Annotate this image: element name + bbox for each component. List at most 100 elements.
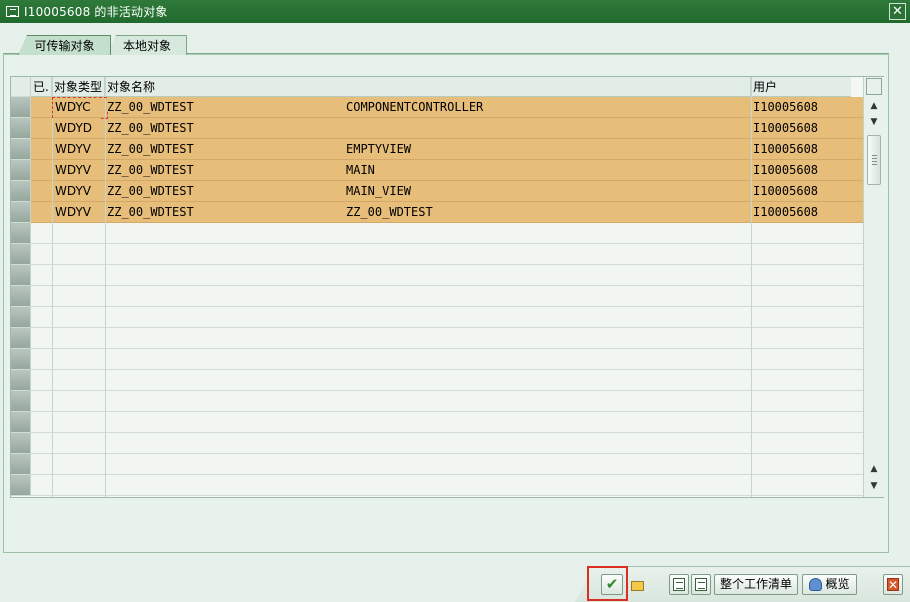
whole-worklist-label: 整个工作清单 — [719, 577, 792, 591]
row-selector[interactable] — [11, 433, 31, 454]
cell-object-type: WDYV — [55, 163, 91, 177]
cell-object-name: ZZ_00_WDTEST — [107, 121, 194, 135]
scroll-thumb[interactable] — [867, 135, 881, 185]
tab-label: 本地对象 — [122, 39, 171, 53]
checkmark-icon: ✔ — [605, 575, 619, 593]
scroll-page-up-icon[interactable]: ▲ — [866, 462, 882, 476]
scroll-down-icon[interactable]: ▼ — [866, 115, 882, 129]
overview-button[interactable]: 概览 — [802, 574, 857, 595]
row-selector[interactable] — [11, 349, 31, 370]
cell-object-type: WDYV — [55, 184, 91, 198]
cell-user: I10005608 — [753, 100, 819, 114]
scroll-page-down-icon[interactable]: ▼ — [866, 479, 882, 493]
row-selector[interactable] — [11, 265, 31, 286]
row-selector[interactable] — [11, 244, 31, 265]
overview-icon — [809, 578, 823, 591]
column-separator — [52, 77, 53, 497]
column-separator — [751, 77, 752, 497]
cancel-button[interactable]: ✕ — [883, 574, 903, 595]
column-header-user[interactable]: 用户 — [751, 77, 851, 97]
row-selector[interactable] — [11, 286, 31, 307]
row-selector[interactable] — [11, 475, 31, 496]
row-selector[interactable] — [11, 139, 31, 160]
cell-user: I10005608 — [753, 163, 819, 177]
cell-sub-object: ZZ_00_WDTEST — [346, 205, 433, 219]
row-selector[interactable] — [11, 118, 31, 139]
cell-object-name: ZZ_00_WDTEST — [107, 205, 194, 219]
column-settings-button[interactable] — [866, 78, 882, 95]
row-selector[interactable] — [11, 412, 31, 433]
row-selector[interactable] — [11, 181, 31, 202]
table-row[interactable]: WDYD ZZ_00_WDTEST I10005608 — [31, 118, 863, 139]
row-selector[interactable] — [11, 223, 31, 244]
table-row[interactable] — [31, 349, 863, 370]
window-title: I10005608 的非活动对象 — [24, 5, 168, 19]
table-row[interactable]: WDYV ZZ_00_WDTEST ZZ_00_WDTEST I10005608 — [31, 202, 863, 223]
cell-object-type: WDYV — [55, 205, 91, 219]
whole-worklist-button[interactable]: 整个工作清单 — [714, 574, 798, 595]
row-selector[interactable] — [11, 97, 31, 118]
row-selector[interactable] — [11, 328, 31, 349]
table-row[interactable] — [31, 412, 863, 433]
ok-button[interactable]: ✔ — [601, 574, 623, 595]
table-row[interactable] — [31, 307, 863, 328]
select-all-icon — [673, 578, 685, 591]
table-row[interactable] — [31, 370, 863, 391]
select-all-button[interactable] — [669, 574, 689, 595]
close-window-button[interactable]: ✕ — [889, 3, 906, 20]
row-selector[interactable] — [11, 370, 31, 391]
cell-sub-object — [346, 118, 746, 139]
row-selector[interactable] — [11, 454, 31, 475]
table-row[interactable] — [31, 454, 863, 475]
cell-sub-object: MAIN_VIEW — [346, 184, 412, 198]
table-row[interactable]: WDYV ZZ_00_WDTEST EMPTYVIEW I10005608 — [31, 139, 863, 160]
select-all-cell[interactable] — [11, 77, 31, 97]
overview-label: 概览 — [825, 577, 850, 591]
table-row[interactable]: WDYV ZZ_00_WDTEST MAIN_VIEW I10005608 — [31, 181, 863, 202]
cell-user: I10005608 — [753, 121, 819, 135]
column-header-done[interactable]: 已. — [31, 77, 52, 97]
deselect-all-button[interactable] — [691, 574, 711, 595]
objects-table: 已. 对象类型 对象名称 用户 WDYC ZZ_00_WDTEST COMPONEN… — [10, 76, 884, 498]
lock-button[interactable] — [626, 574, 648, 595]
table-row[interactable] — [31, 223, 863, 244]
deselect-all-icon — [695, 578, 707, 591]
cancel-icon: ✕ — [886, 578, 900, 592]
table-row[interactable] — [31, 286, 863, 307]
table-row[interactable] — [31, 328, 863, 349]
scroll-up-icon[interactable]: ▲ — [866, 99, 882, 113]
cell-object-name: ZZ_00_WDTEST — [107, 163, 194, 177]
cell-object-name: ZZ_00_WDTEST — [107, 100, 194, 114]
cell-object-name: ZZ_00_WDTEST — [107, 184, 194, 198]
table-row[interactable] — [31, 391, 863, 412]
cell-user: I10005608 — [753, 142, 819, 156]
table-row[interactable] — [31, 475, 863, 496]
column-header-object-name[interactable]: 对象名称 — [105, 77, 751, 97]
table-row[interactable]: WDYC ZZ_00_WDTEST COMPONENTCONTROLLER I1000… — [31, 97, 863, 118]
cell-object-name: ZZ_00_WDTEST — [107, 142, 194, 156]
cell-user: I10005608 — [753, 205, 819, 219]
cell-object-type: WDYC — [55, 100, 91, 114]
cell-sub-object: MAIN — [346, 163, 375, 177]
table-row[interactable] — [31, 244, 863, 265]
cell-sub-object: COMPONENTCONTROLLER — [346, 100, 484, 114]
cell-object-type: WDYD — [55, 121, 93, 135]
title-bar: I10005608 的非活动对象 ✕ — [0, 0, 910, 23]
tab-label: 可传输对象 — [34, 39, 95, 53]
cell-sub-object: EMPTYVIEW — [346, 142, 412, 156]
tab-local-objects[interactable]: 本地对象 — [107, 35, 187, 55]
row-selector[interactable] — [11, 160, 31, 181]
table-row[interactable]: WDYV ZZ_00_WDTEST MAIN I10005608 — [31, 160, 863, 181]
table-row[interactable] — [31, 433, 863, 454]
window-menu-icon[interactable] — [6, 6, 19, 17]
row-selector[interactable] — [11, 202, 31, 223]
tab-transportable-objects[interactable]: 可传输对象 — [18, 35, 111, 55]
cell-user: I10005608 — [753, 184, 819, 198]
column-header-object-type[interactable]: 对象类型 — [52, 77, 105, 97]
row-selector[interactable] — [11, 391, 31, 412]
row-selector[interactable] — [11, 307, 31, 328]
table-header: 已. 对象类型 对象名称 用户 — [11, 77, 851, 97]
vertical-scrollbar[interactable]: ▲ ▼ ▲ ▼ — [863, 77, 884, 497]
cell-object-type: WDYV — [55, 142, 91, 156]
table-row[interactable] — [31, 265, 863, 286]
